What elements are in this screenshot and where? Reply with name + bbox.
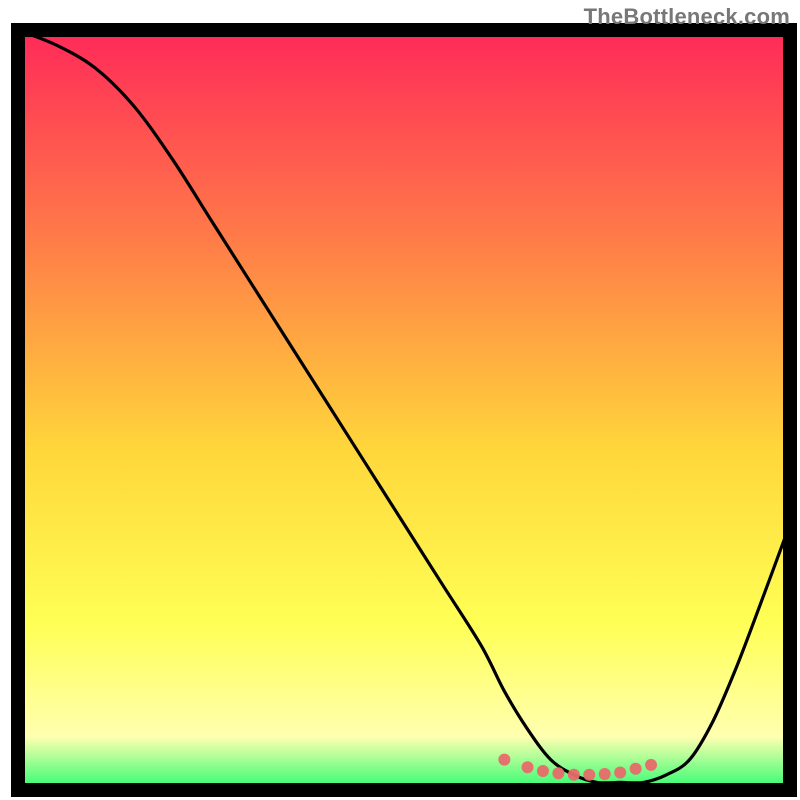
bottleneck-chart: TheBottleneck.com — [0, 0, 800, 800]
chart-svg — [0, 0, 800, 800]
watermark-text: TheBottleneck.com — [584, 4, 790, 30]
